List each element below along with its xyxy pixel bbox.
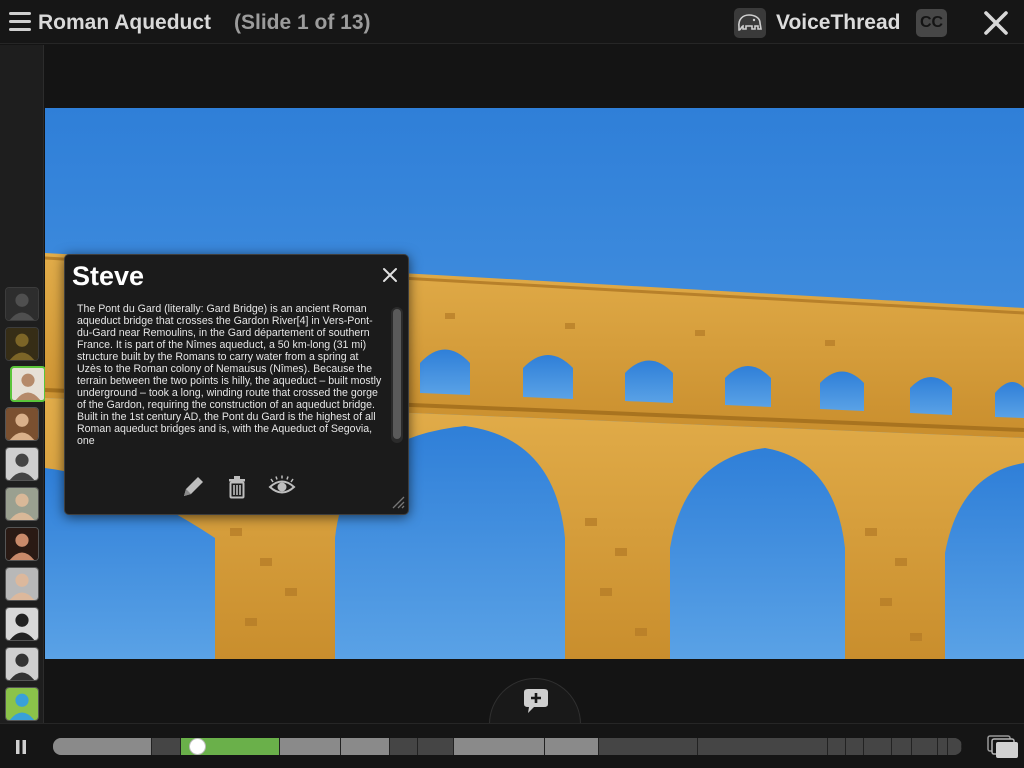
menu-icon[interactable]	[9, 12, 31, 32]
avatar-icon	[6, 448, 38, 480]
avatar-icon	[6, 648, 38, 680]
avatar[interactable]	[5, 407, 39, 441]
avatar-icon	[6, 328, 38, 360]
eye-icon[interactable]	[267, 473, 296, 501]
timeline-segment[interactable]	[912, 738, 938, 755]
avatar[interactable]	[5, 647, 39, 681]
comment-scrollbar[interactable]	[391, 307, 403, 443]
timeline-segment[interactable]	[828, 738, 846, 755]
close-comment-icon[interactable]	[382, 267, 398, 283]
pencil-icon[interactable]	[179, 473, 207, 501]
slide-counter: (Slide 1 of 13)	[234, 11, 371, 34]
resize-handle-icon[interactable]	[389, 493, 405, 509]
timeline-segment[interactable]	[152, 738, 181, 755]
slides-icon[interactable]	[987, 734, 1019, 760]
timeline-segment[interactable]	[938, 738, 948, 755]
timeline-segment[interactable]	[454, 738, 545, 755]
avatar-icon	[6, 408, 38, 440]
playhead[interactable]	[189, 738, 206, 755]
avatar[interactable]	[10, 366, 46, 402]
voicethread-logo-icon	[734, 8, 766, 38]
avatar[interactable]	[5, 487, 39, 521]
avatar[interactable]	[5, 327, 39, 361]
avatar-icon	[6, 488, 38, 520]
top-bar: Roman Aqueduct (Slide 1 of 13) VoiceThre…	[0, 0, 1024, 44]
timeline-segment[interactable]	[698, 738, 828, 755]
timeline-segment[interactable]	[892, 738, 912, 755]
close-icon[interactable]	[982, 9, 1010, 37]
add-comment-icon	[520, 688, 552, 716]
timeline-segment[interactable]	[864, 738, 892, 755]
playback-bar	[0, 723, 1024, 768]
timeline-segment[interactable]	[545, 738, 599, 755]
timeline-segment[interactable]	[599, 738, 698, 755]
avatar-icon	[6, 288, 38, 320]
comment-popup: Steve The Pont du Gard (literally: Gard …	[64, 254, 409, 515]
timeline-segment[interactable]	[948, 738, 962, 755]
scroll-thumb[interactable]	[393, 309, 401, 439]
trash-icon[interactable]	[223, 473, 251, 501]
avatar-icon	[6, 688, 38, 720]
comment-text: The Pont du Gard (literally: Gard Bridge…	[77, 303, 382, 445]
avatar[interactable]	[5, 287, 39, 321]
commenter-name: Steve	[72, 261, 145, 291]
avatar[interactable]	[5, 527, 39, 561]
timeline-segment[interactable]	[53, 738, 152, 755]
timeline-segment[interactable]	[341, 738, 390, 755]
avatar-icon	[6, 608, 38, 640]
thread-title: Roman Aqueduct	[38, 11, 212, 34]
timeline-segment[interactable]	[418, 738, 454, 755]
avatar[interactable]	[5, 567, 39, 601]
timeline-segment[interactable]	[390, 738, 418, 755]
timeline-segment[interactable]	[280, 738, 341, 755]
avatar-icon	[6, 568, 38, 600]
avatar[interactable]	[5, 607, 39, 641]
avatar-icon	[12, 368, 44, 400]
timeline-segment[interactable]	[846, 738, 864, 755]
avatar-icon	[6, 528, 38, 560]
brand-name: VoiceThread	[776, 11, 901, 34]
pause-icon[interactable]	[14, 739, 28, 755]
avatar[interactable]	[5, 447, 39, 481]
closed-captions-button[interactable]: CC	[916, 9, 947, 37]
avatar[interactable]	[5, 687, 39, 721]
